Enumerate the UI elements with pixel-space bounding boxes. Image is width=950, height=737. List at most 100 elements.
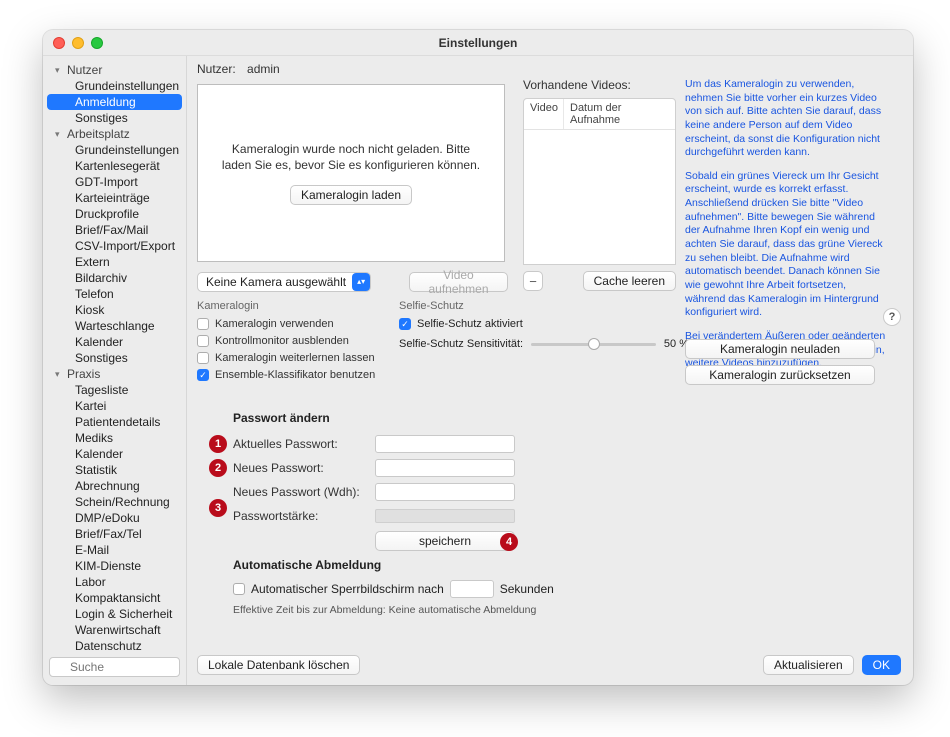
sidebar-item[interactable]: Schein/Rechnung [47,494,182,510]
sidebar-item[interactable]: Grundeinstellungen [47,78,182,94]
sidebar-item[interactable]: Anmeldung [47,94,182,110]
sidebar-item[interactable]: Datenschutz [47,638,182,653]
remove-video-button[interactable]: − [523,271,543,291]
selfie-sensitivity-row: Selfie-Schutz Sensitivität: 50 % [399,338,689,350]
sidebar-item[interactable]: Kartenlesegerät [47,158,182,174]
slider-thumb[interactable] [588,338,600,350]
sidebar-group[interactable]: ▾Arbeitsplatz [43,126,186,142]
videos-col-video: Video [524,99,564,129]
pw-save-button[interactable]: speichern 4 [375,531,515,551]
cache-clear-button[interactable]: Cache leeren [583,271,676,291]
sidebar-item[interactable]: Tagesliste [47,382,182,398]
pw-repeat-label: Neues Passwort (Wdh): [233,485,375,499]
sidebar-item[interactable]: Brief/Fax/Mail [47,222,182,238]
password-title: Passwort ändern [233,411,693,425]
pw-current-label: Aktuelles Passwort: [233,437,375,451]
sidebar-item[interactable]: Sonstiges [47,110,182,126]
sidebar-item[interactable]: Login & Sicherheit [47,606,182,622]
pw-new-input[interactable] [375,459,515,477]
user-value: admin [247,62,280,76]
camera-message: Kameralogin wurde noch nicht geladen. Bi… [216,141,486,173]
pw-repeat-input[interactable] [375,483,515,501]
sidebar-item[interactable]: Labor [47,574,182,590]
content-pane: Nutzer: admin Kameralogin wurde noch nic… [187,56,913,685]
titlebar: Einstellungen [43,30,913,56]
sidebar-item[interactable]: GDT-Import [47,174,182,190]
sidebar-item[interactable]: Kalender [47,334,182,350]
sidebar-item[interactable]: Druckprofile [47,206,182,222]
sidebar-item[interactable]: Kartei [47,398,182,414]
selfie-slider[interactable] [531,343,656,346]
sidebar-item[interactable]: Karteieinträge [47,190,182,206]
pw-new-label: Neues Passwort: [233,461,375,475]
sidebar-item[interactable]: Mediks [47,430,182,446]
zoom-icon[interactable] [91,37,103,49]
auto-logout-section: Automatische Abmeldung Automatischer Spe… [233,558,793,616]
chk-auto-lock[interactable]: Automatischer Sperrbildschirm nach [233,581,444,597]
camera-preview: Kameralogin wurde noch nicht geladen. Bi… [197,84,505,262]
selfie-group: Selfie-Schutz Selfie-Schutz aktiviert Se… [399,300,689,350]
cameralogin-reload-button[interactable]: Kameralogin neuladen [685,339,875,359]
selfie-sens-label: Selfie-Schutz Sensitivität: [399,338,523,350]
sidebar-group[interactable]: ▾Nutzer [43,62,186,78]
search-input[interactable] [49,657,180,677]
pw-current-input[interactable] [375,435,515,453]
sidebar-item[interactable]: DMP/eDoku [47,510,182,526]
chk-ensemble[interactable]: Ensemble-Klassifikator benutzen [197,367,375,383]
question-icon: ? [889,311,896,323]
cameralogin-reset-button[interactable]: Kameralogin zurücksetzen [685,365,875,385]
sidebar-item[interactable]: Grundeinstellungen [47,142,182,158]
sidebar-item[interactable]: Telefon [47,286,182,302]
sidebar-item[interactable]: E-Mail [47,542,182,558]
refresh-button[interactable]: Aktualisieren [763,655,854,675]
pw-strength-meter [375,509,515,523]
videos-title: Vorhandene Videos: [523,78,676,92]
minimize-icon[interactable] [72,37,84,49]
sidebar-tree[interactable]: ▾NutzerGrundeinstellungenAnmeldungSonsti… [43,60,186,653]
chk-use-cameralogin[interactable]: Kameralogin verwenden [197,316,375,332]
sidebar-item[interactable]: Kiosk [47,302,182,318]
sidebar-item[interactable]: Kompaktansicht [47,590,182,606]
camera-side-buttons: Kameralogin neuladen Kameralogin zurücks… [685,339,875,385]
sidebar-item[interactable]: Extern [47,254,182,270]
chk-keep-learning[interactable]: Kameralogin weiterlernen lassen [197,350,375,366]
close-icon[interactable] [53,37,65,49]
videos-col-date: Datum der Aufnahme [564,99,675,129]
sidebar-item[interactable]: Warenwirtschaft [47,622,182,638]
videos-table[interactable]: Video Datum der Aufnahme [523,98,676,265]
chk-selfie-enabled[interactable]: Selfie-Schutz aktiviert [399,316,689,332]
chk-hide-monitor[interactable]: Kontrollmonitor ausblenden [197,333,375,349]
local-db-wrap: Lokale Datenbank löschen [197,655,360,675]
help-p2: Sobald ein grünes Viereck um Ihr Gesicht… [685,170,887,320]
video-record-button[interactable]: Video aufnehmen [409,272,508,292]
sidebar-item[interactable]: Statistik [47,462,182,478]
sidebar-item[interactable]: Brief/Fax/Tel [47,526,182,542]
auto-note: Effektive Zeit bis zur Abmeldung: Keine … [233,604,793,616]
kameralogin-title: Kameralogin [197,300,375,312]
chevron-down-icon: ▾ [55,65,63,76]
sidebar-group[interactable]: ▾Praxis [43,366,186,382]
sidebar-item[interactable]: Bildarchiv [47,270,182,286]
camera-select-label: Keine Kamera ausgewählt [206,275,346,289]
badge-4: 4 [500,533,518,551]
sidebar-item[interactable]: KIM-Dienste [47,558,182,574]
sidebar-item[interactable]: Sonstiges [47,350,182,366]
sidebar-item[interactable]: Patientendetails [47,414,182,430]
user-row: Nutzer: admin [197,62,280,76]
auto-seconds-input[interactable] [450,580,494,598]
videos-footer: − Cache leeren [523,271,676,291]
delete-local-db-button[interactable]: Lokale Datenbank löschen [197,655,360,675]
badge-3: 3 [209,499,227,517]
camera-load-button[interactable]: Kameralogin laden [290,185,412,205]
window-body: ▾NutzerGrundeinstellungenAnmeldungSonsti… [43,56,913,685]
sidebar-item[interactable]: Warteschlange [47,318,182,334]
help-button[interactable]: ? [883,308,901,326]
camera-select[interactable]: Keine Kamera ausgewählt ▴▾ [197,272,371,292]
sidebar-item[interactable]: Abrechnung [47,478,182,494]
footer-buttons: Aktualisieren OK [763,655,901,675]
sidebar-item[interactable]: CSV-Import/Export [47,238,182,254]
traffic-lights [53,37,103,49]
ok-button[interactable]: OK [862,655,901,675]
minus-icon: − [529,274,537,289]
sidebar-item[interactable]: Kalender [47,446,182,462]
